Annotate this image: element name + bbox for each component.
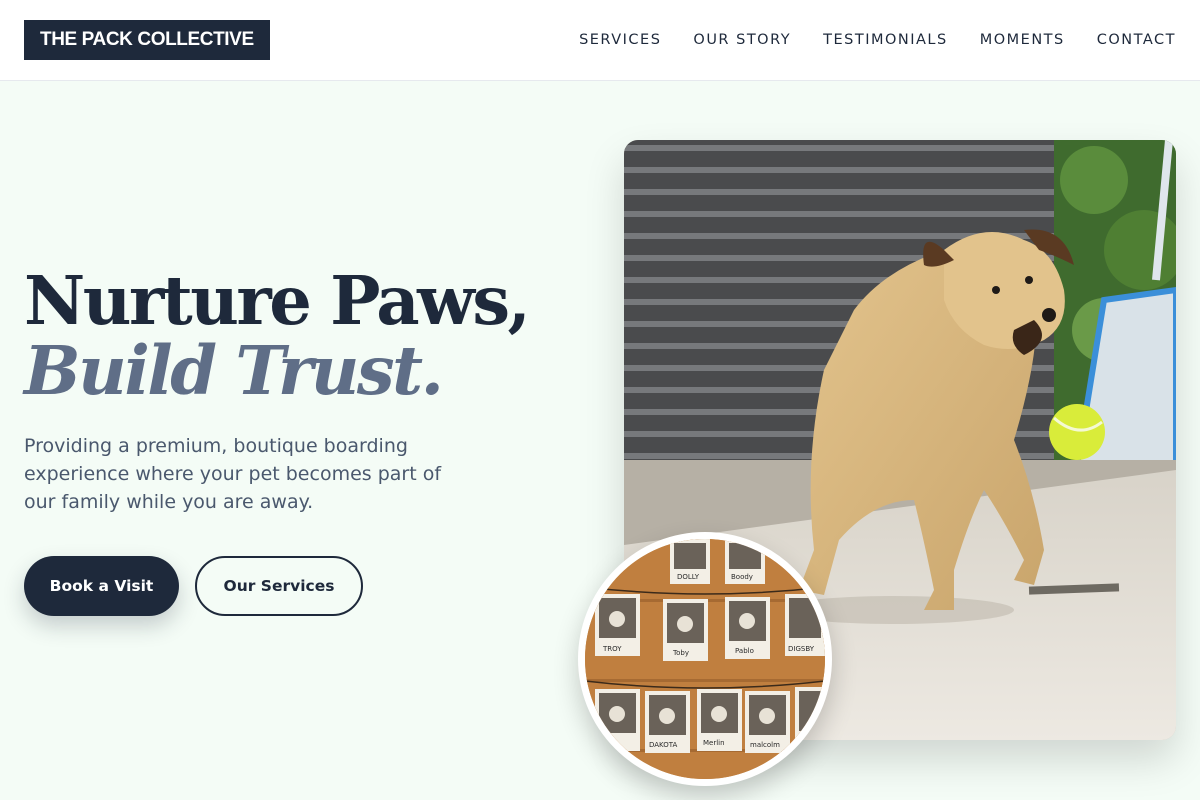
nav-link-contact[interactable]: CONTACT [1097, 32, 1176, 48]
pet-polaroid-wall-photo: DOLLY Boody TROY Toby Pablo DIGSBY DAKOT… [578, 532, 832, 786]
nav-link-services[interactable]: SERVICES [579, 32, 661, 48]
nav-link-our-story[interactable]: OUR STORY [693, 32, 791, 48]
brand-logo[interactable]: THE PACK COLLECTIVE [24, 20, 270, 60]
polaroid-label-boody: Boody [731, 573, 753, 581]
main-nav: SERVICES OUR STORY TESTIMONIALS MOMENTS … [579, 0, 1176, 80]
polaroid-label-pablo: Pablo [735, 647, 754, 655]
polaroid-label-dakota: DAKOTA [649, 741, 678, 749]
polaroid-label-dolly: DOLLY [677, 573, 700, 581]
polaroid-label-merlin: Merlin [703, 739, 725, 747]
site-header: THE PACK COLLECTIVE SERVICES OUR STORY T… [0, 0, 1200, 81]
hero-headline: Nurture Paws, Build Trust. [24, 266, 564, 406]
polaroid-label-digsby: DIGSBY [788, 645, 815, 653]
polaroid-label-troy: TROY [602, 645, 622, 653]
polaroid-label-malcolm: malcolm [750, 741, 780, 749]
our-services-button[interactable]: Our Services [195, 556, 363, 616]
hero-description: Providing a premium, boutique boarding e… [24, 435, 442, 513]
nav-link-testimonials[interactable]: TESTIMONIALS [823, 32, 948, 48]
nav-link-moments[interactable]: MOMENTS [980, 32, 1065, 48]
book-visit-button[interactable]: Book a Visit [24, 556, 179, 616]
hero-headline-line-1: Nurture Paws, [24, 261, 531, 340]
polaroid-label-toby: Toby [672, 649, 689, 657]
hero-headline-line-2: Build Trust. [24, 331, 444, 410]
